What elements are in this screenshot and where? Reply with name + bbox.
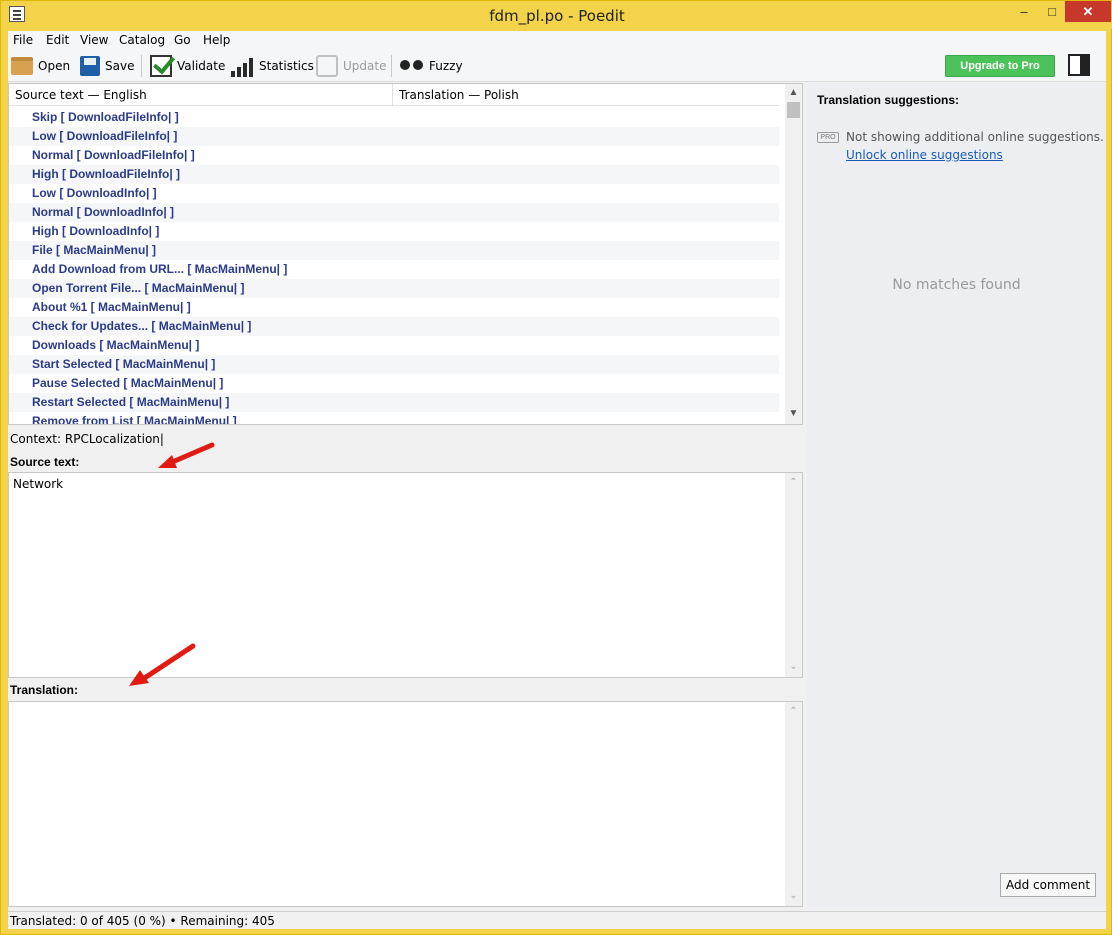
- list-item[interactable]: Normal [ DownloadInfo| ]: [9, 203, 779, 222]
- unlock-suggestions-link[interactable]: Unlock online suggestions: [846, 148, 1003, 162]
- refresh-icon: [316, 55, 338, 77]
- validate-button[interactable]: Validate: [150, 53, 225, 79]
- toolbar: Open Save Validate Statistics Update Fuz…: [8, 50, 1106, 82]
- menu-help[interactable]: Help: [203, 33, 230, 47]
- entries-list[interactable]: Source text — English Translation — Poli…: [8, 83, 803, 425]
- menu-file[interactable]: File: [13, 33, 33, 47]
- list-item[interactable]: Remove from List [ MacMainMenu| ]: [9, 412, 779, 424]
- fuzzy-toggle[interactable]: Fuzzy: [400, 53, 463, 79]
- status-text: Translated: 0 of 405 (0 %) • Remaining: …: [10, 914, 275, 928]
- source-text-label: Source text:: [10, 455, 80, 469]
- save-button[interactable]: Save: [80, 53, 134, 79]
- toolbar-separator: [141, 55, 142, 77]
- list-item[interactable]: Restart Selected [ MacMainMenu| ]: [9, 393, 779, 412]
- menu-view[interactable]: View: [80, 33, 108, 47]
- pro-badge: PRO: [817, 132, 839, 143]
- list-item[interactable]: Normal [ DownloadFileInfo| ]: [9, 146, 779, 165]
- list-item[interactable]: Open Torrent File... [ MacMainMenu| ]: [9, 279, 779, 298]
- sidebar-toggle-icon[interactable]: [1068, 54, 1090, 76]
- list-item[interactable]: Low [ DownloadInfo| ]: [9, 184, 779, 203]
- minimize-button[interactable]: –: [1009, 1, 1039, 22]
- upgrade-to-pro-button[interactable]: Upgrade to Pro: [945, 55, 1055, 77]
- source-scrollbar[interactable]: ⌃ ⌄: [785, 473, 802, 677]
- translation-input[interactable]: ⌃ ⌄: [8, 701, 803, 907]
- update-label: Update: [343, 59, 387, 73]
- add-comment-button[interactable]: Add comment: [1000, 873, 1096, 897]
- validate-label: Validate: [177, 59, 226, 73]
- no-matches-text: No matches found: [892, 277, 1021, 293]
- list-item[interactable]: Low [ DownloadFileInfo| ]: [9, 127, 779, 146]
- update-button[interactable]: Update: [316, 53, 386, 79]
- checkmark-icon: [150, 55, 172, 77]
- folder-icon: [11, 57, 33, 75]
- list-item[interactable]: About %1 [ MacMainMenu| ]: [9, 298, 779, 317]
- column-divider[interactable]: [392, 84, 393, 106]
- list-item[interactable]: Check for Updates... [ MacMainMenu| ]: [9, 317, 779, 336]
- menu-edit[interactable]: Edit: [46, 33, 69, 47]
- statistics-label: Statistics: [259, 59, 314, 73]
- scroll-down-icon[interactable]: ⌄: [785, 890, 802, 901]
- list-item[interactable]: Downloads [ MacMainMenu| ]: [9, 336, 779, 355]
- status-bar: Translated: 0 of 405 (0 %) • Remaining: …: [8, 911, 1106, 929]
- menu-go[interactable]: Go: [174, 33, 191, 47]
- scroll-up-icon[interactable]: ⌃: [785, 477, 802, 488]
- title-bar[interactable]: fdm_pl.po - Poedit – □ ✕: [1, 1, 1112, 29]
- context-label: Context: RPCLocalization|: [10, 432, 164, 446]
- list-item[interactable]: File [ MacMainMenu| ]: [9, 241, 779, 260]
- column-source-header[interactable]: Source text — English: [15, 88, 147, 102]
- list-item[interactable]: Add Download from URL... [ MacMainMenu| …: [9, 260, 779, 279]
- client-area: File Edit View Catalog Go Help Open Save…: [8, 31, 1106, 929]
- fuzzy-label: Fuzzy: [429, 59, 463, 73]
- list-item[interactable]: Skip [ DownloadFileInfo| ]: [9, 108, 779, 127]
- app-window: fdm_pl.po - Poedit – □ ✕ File Edit View …: [0, 0, 1112, 935]
- entries-rows: Skip [ DownloadFileInfo| ] Low [ Downloa…: [9, 108, 779, 424]
- list-item[interactable]: High [ DownloadFileInfo| ]: [9, 165, 779, 184]
- list-item[interactable]: Pause Selected [ MacMainMenu| ]: [9, 374, 779, 393]
- scroll-up-icon[interactable]: ⌃: [785, 706, 802, 717]
- floppy-disk-icon: [80, 56, 100, 76]
- menu-bar: File Edit View Catalog Go Help: [8, 31, 1106, 50]
- list-item[interactable]: Start Selected [ MacMainMenu| ]: [9, 355, 779, 374]
- maximize-button[interactable]: □: [1037, 1, 1067, 22]
- scroll-up-icon[interactable]: ▲: [785, 87, 802, 98]
- suggestions-note: Not showing additional online suggestion…: [846, 130, 1104, 144]
- toolbar-separator: [391, 55, 392, 77]
- glasses-icon: [400, 60, 424, 72]
- bar-chart-icon: [230, 55, 254, 77]
- suggestions-title: Translation suggestions:: [817, 93, 960, 107]
- source-text-value: Network: [13, 477, 64, 491]
- statistics-button[interactable]: Statistics: [230, 53, 314, 79]
- close-button[interactable]: ✕: [1065, 1, 1111, 22]
- open-label: Open: [38, 59, 71, 73]
- translation-label: Translation:: [10, 683, 79, 697]
- menu-catalog[interactable]: Catalog: [119, 33, 165, 47]
- suggestions-panel: Translation suggestions: PRO Not showing…: [807, 83, 1106, 909]
- scroll-thumb[interactable]: [787, 102, 800, 118]
- annotation-arrow-icon: [158, 442, 215, 468]
- list-item[interactable]: High [ DownloadInfo| ]: [9, 222, 779, 241]
- window-title: fdm_pl.po - Poedit: [489, 7, 625, 25]
- translation-scrollbar[interactable]: ⌃ ⌄: [785, 702, 802, 906]
- scroll-down-icon[interactable]: ⌄: [785, 661, 802, 672]
- list-header: Source text — English Translation — Poli…: [9, 84, 779, 106]
- open-button[interactable]: Open: [11, 53, 70, 79]
- save-label: Save: [105, 59, 135, 73]
- scroll-down-icon[interactable]: ▼: [785, 408, 802, 419]
- column-translation-header[interactable]: Translation — Polish: [399, 88, 519, 102]
- annotation-arrow-icon: [129, 643, 196, 686]
- list-scrollbar[interactable]: ▲ ▼: [785, 84, 802, 424]
